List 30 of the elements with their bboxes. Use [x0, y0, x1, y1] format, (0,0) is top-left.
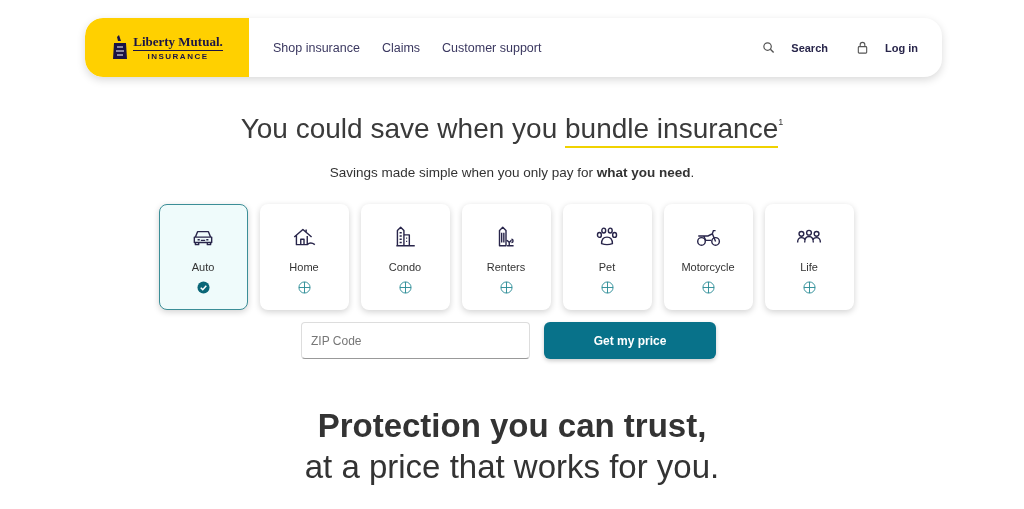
nav-link[interactable]: Claims	[381, 40, 421, 55]
nav-link[interactable]: Shop insurance	[273, 40, 360, 55]
nav-link[interactable]: Customer support	[442, 40, 542, 55]
plus-icon	[398, 281, 412, 294]
logo-wordmark: Liberty Mutual.	[133, 34, 223, 51]
check-icon	[196, 281, 210, 294]
product-card[interactable]: Life	[764, 204, 854, 310]
zip-code-field[interactable]: ZIP Code	[301, 322, 530, 359]
promo-title: Protection you can trust,	[316, 407, 708, 445]
product-card[interactable]: Condo	[360, 204, 450, 310]
plus-icon	[297, 281, 311, 294]
product-card[interactable]: Motorcycle	[663, 204, 753, 310]
product-card[interactable]: Pet	[562, 204, 652, 310]
plus-icon	[499, 281, 513, 294]
get-price-button[interactable]: Get my price	[544, 322, 716, 359]
logo-tagline: INSURANCE	[147, 52, 209, 61]
plus-icon	[802, 281, 816, 294]
plus-icon	[600, 281, 614, 294]
product-card[interactable]: Home	[259, 204, 349, 310]
product-card[interactable]: Auto	[158, 204, 248, 310]
promo-subtitle: at a price that works for you.	[303, 448, 721, 486]
search-link[interactable]: Search	[762, 41, 828, 54]
subtitle: Savings made simple when you only pay for what you need.	[328, 165, 696, 180]
lock-icon	[856, 41, 869, 54]
product-card[interactable]: Renters	[461, 204, 551, 310]
logo[interactable]: Liberty Mutual. INSURANCE	[85, 18, 249, 77]
headline: You could save when you bundle insurance$^{1}$	[0, 113, 1024, 145]
login-link[interactable]: Log in	[856, 41, 918, 54]
plus-icon	[701, 281, 715, 294]
search-icon	[762, 41, 776, 54]
